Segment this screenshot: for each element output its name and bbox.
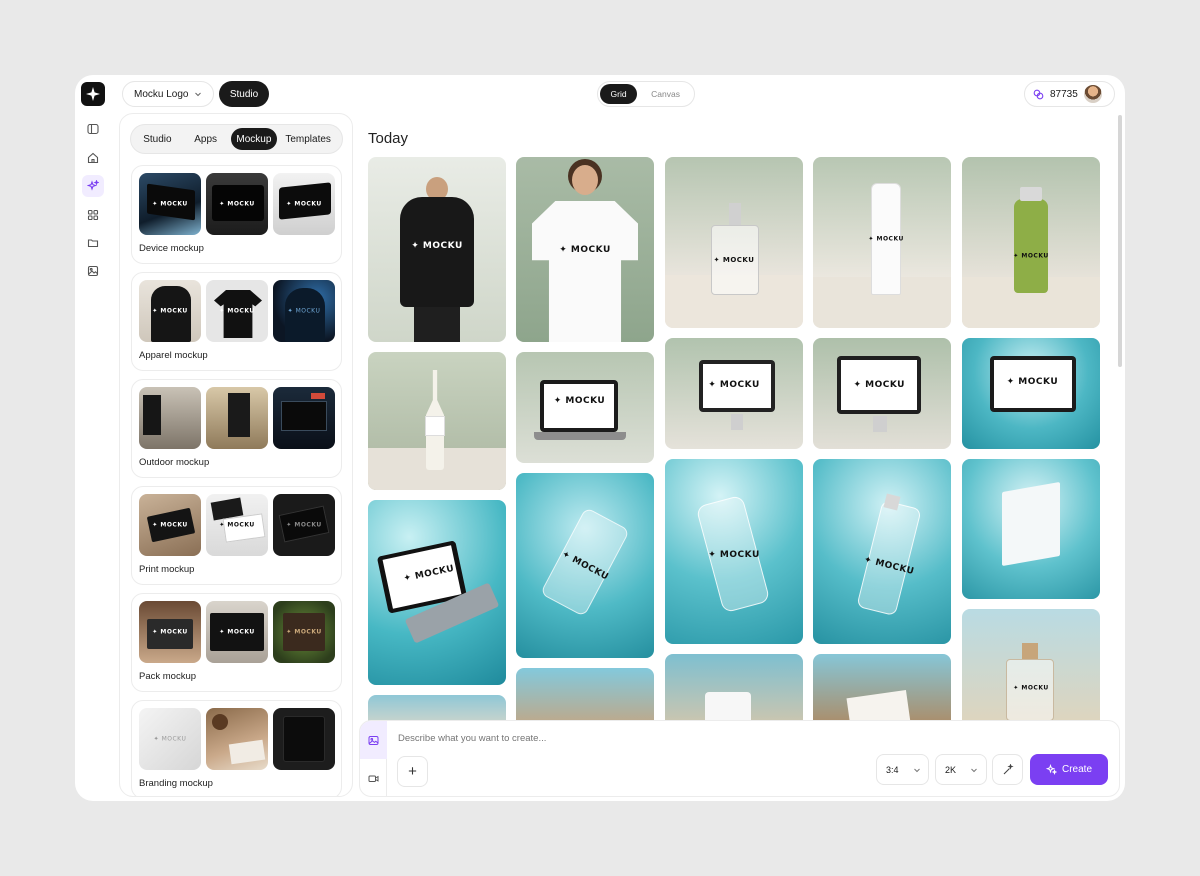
panel-tabs: Studio Apps Mockup Templates	[130, 124, 343, 154]
gallery-image-tube[interactable]: ✦ MOCKU	[813, 157, 951, 328]
thumbnail	[206, 387, 268, 449]
thumbnail	[139, 387, 201, 449]
category-label: Outdoor mockup	[139, 457, 210, 468]
gallery-image-box-water[interactable]	[962, 459, 1100, 599]
enhance-prompt-button[interactable]	[992, 754, 1023, 785]
project-name: Mocku Logo	[134, 88, 189, 100]
gallery-image-monitor-water[interactable]: ✦ MOCKU	[962, 338, 1100, 449]
chevron-down-icon	[971, 768, 977, 772]
icon-rail	[75, 75, 112, 801]
thumbnail: ✦ MOCKU	[273, 494, 335, 556]
gallery-image-spray-bottle[interactable]: ✦ MOCKU	[813, 459, 951, 644]
gallery-image-perfume-beach[interactable]: ✦ MOCKU	[962, 609, 1100, 735]
prompt-input[interactable]	[398, 733, 848, 744]
gallery-image-bottle-water[interactable]: ✦ MOCKU	[516, 473, 654, 658]
chevron-down-icon	[195, 92, 202, 97]
plus-icon: +	[408, 763, 417, 780]
add-attachment-button[interactable]: +	[397, 756, 428, 787]
view-grid-button[interactable]: Grid	[600, 84, 638, 104]
avatar[interactable]	[1083, 85, 1102, 103]
category-device-mockup[interactable]: ✦ MOCKU ✦ MOCKU ✦ MOCKU Device mockup	[131, 165, 342, 264]
category-label: Branding mockup	[139, 778, 213, 789]
gallery-image-dropper-bottle[interactable]: ✦ MOCKU	[665, 459, 803, 644]
resolution-value: 2K	[945, 764, 957, 775]
category-label: Print mockup	[139, 564, 195, 575]
thumbnail: ✦ MOCKU	[273, 601, 335, 663]
thumbnail: ✦ MOCKU	[139, 173, 201, 235]
category-label: Apparel mockup	[139, 350, 208, 361]
category-label: Device mockup	[139, 243, 204, 254]
section-title: Today	[368, 130, 409, 147]
tab-mockup[interactable]: Mockup	[230, 128, 278, 150]
category-label: Pack mockup	[139, 671, 197, 682]
mockup-library-panel: Studio Apps Mockup Templates ✦ MOCKU ✦ M…	[119, 113, 353, 797]
image-mode-button[interactable]	[360, 721, 387, 759]
sparkle-generate-icon[interactable]	[82, 175, 104, 197]
view-canvas-button[interactable]: Canvas	[639, 84, 692, 104]
tab-apps[interactable]: Apps	[181, 128, 231, 150]
aspect-ratio-value: 3:4	[886, 764, 899, 775]
studio-button[interactable]: Studio	[219, 81, 269, 107]
thumbnail: ✦ MOCKU	[139, 601, 201, 663]
thumbnail: ✦ MOCKU	[206, 173, 268, 235]
chevron-down-icon	[913, 768, 920, 772]
create-button[interactable]: Create	[1030, 754, 1108, 785]
prompt-bar: + 3:4 2K Create	[359, 720, 1120, 797]
tab-studio[interactable]: Studio	[134, 128, 181, 150]
sparkle-icon	[1045, 764, 1057, 775]
gallery-image-imac[interactable]: ✦ MOCKU	[813, 338, 951, 449]
credits-badge[interactable]: 87735	[1024, 81, 1115, 107]
home-icon[interactable]	[82, 147, 104, 169]
thumbnail: ✦ MOCKU	[139, 708, 201, 770]
apps-grid-icon[interactable]	[82, 204, 104, 226]
thumbnail: ✦ MOCKU	[206, 280, 268, 342]
credits-count: 87735	[1050, 88, 1078, 100]
gallery-scrollbar[interactable]	[1118, 115, 1122, 367]
thumbnail: ✦ MOCKU	[273, 280, 335, 342]
sidebar-toggle-icon[interactable]	[82, 118, 104, 140]
category-branding-mockup[interactable]: ✦ MOCKU Branding mockup	[131, 700, 342, 796]
gallery-image-tshirt[interactable]: ✦ MOCKU	[516, 157, 654, 342]
tab-templates[interactable]: Templates	[277, 128, 339, 150]
category-outdoor-mockup[interactable]: Outdoor mockup	[131, 379, 342, 478]
video-icon	[368, 775, 379, 782]
create-button-label: Create	[1061, 764, 1092, 775]
studio-button-label: Studio	[229, 88, 259, 100]
thumbnail	[206, 708, 268, 770]
logo-icon[interactable]	[81, 82, 105, 106]
gallery-image-laptop-water[interactable]: ✦ MOCKU	[368, 500, 506, 685]
thumbnail: ✦ MOCKU	[206, 494, 268, 556]
mode-switcher	[360, 721, 387, 796]
gallery-image-hoodie[interactable]: ✦ MOCKU	[368, 157, 506, 342]
image-gallery-icon[interactable]	[82, 260, 104, 282]
thumbnail: ✦ MOCKU	[139, 494, 201, 556]
gallery-image-juice-bottle[interactable]: ✦ MOCKU	[962, 157, 1100, 328]
thumbnail	[273, 387, 335, 449]
video-mode-button[interactable]	[360, 759, 387, 796]
thumbnail: ✦ MOCKU	[139, 280, 201, 342]
category-pack-mockup[interactable]: ✦ MOCKU ✦ MOCKU ✦ MOCKU Pack mockup	[131, 593, 342, 692]
magic-wand-icon	[1003, 763, 1014, 774]
project-selector[interactable]: Mocku Logo	[122, 81, 214, 107]
image-icon	[368, 735, 379, 745]
folder-icon[interactable]	[82, 232, 104, 254]
gallery-image-monitor[interactable]: ✦ MOCKU	[665, 338, 803, 449]
category-print-mockup[interactable]: ✦ MOCKU ✦ MOCKU ✦ MOCKU Print mockup	[131, 486, 342, 585]
resolution-select[interactable]: 2K	[935, 754, 987, 785]
app-window: Mocku Logo Studio Grid Canvas 87735 Stud…	[75, 75, 1125, 801]
category-apparel-mockup[interactable]: ✦ MOCKU ✦ MOCKU ✦ MOCKU Apparel mockup	[131, 272, 342, 371]
thumbnail: ✦ MOCKU	[273, 173, 335, 235]
gallery-image-wine-bottle[interactable]	[368, 352, 506, 490]
thumbnail	[273, 708, 335, 770]
gallery-image-perfume[interactable]: ✦ MOCKU	[665, 157, 803, 328]
gallery-image-laptop-desk[interactable]: ✦ MOCKU	[516, 352, 654, 463]
thumbnail: ✦ MOCKU	[206, 601, 268, 663]
aspect-ratio-select[interactable]: 3:4	[876, 754, 929, 785]
view-toggle: Grid Canvas	[597, 81, 695, 107]
credits-icon	[1033, 89, 1044, 99]
